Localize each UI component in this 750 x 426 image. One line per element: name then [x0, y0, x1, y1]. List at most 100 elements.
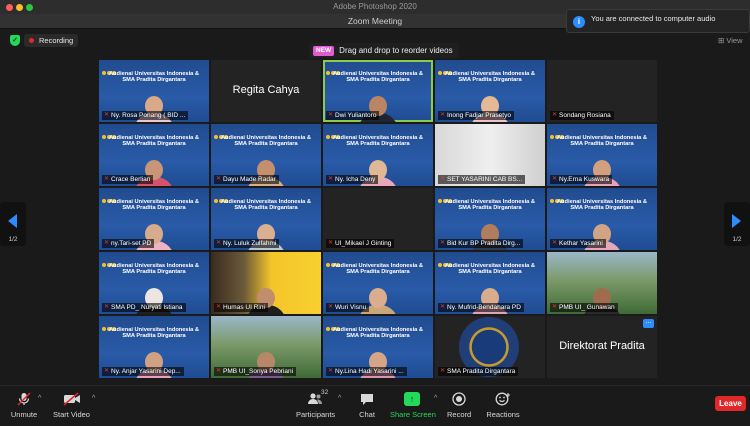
video-tile[interactable]: Audienai Universitas Indonesia & SMA Prad… [547, 188, 657, 250]
microphone-muted-icon: ✕ [104, 240, 110, 246]
reactions-button[interactable]: Reactions [486, 392, 520, 419]
banner-logos [326, 126, 430, 139]
video-tile[interactable]: Audienai Universitas Indonesia & SMA Prad… [211, 124, 321, 186]
video-tile[interactable]: Audienai Universitas Indonesia & SMA Prad… [435, 60, 545, 122]
banner-line-2: SMA Pradita Dirgantara [570, 205, 634, 212]
shield-check-icon[interactable]: ✓ [10, 35, 20, 46]
share-screen-button[interactable]: ↑ Share Screen [390, 392, 436, 419]
banner-line-2: SMA Pradita Dirgantara [122, 77, 186, 84]
microphone-muted-icon: ✕ [440, 112, 446, 118]
video-tile[interactable]: ✕ Humas UI Rini [211, 252, 321, 314]
banner-line-2: SMA Pradita Dirgantara [234, 205, 298, 212]
microphone-muted-icon: ✕ [216, 304, 222, 310]
video-options-chevron-up-icon[interactable]: ^ [92, 395, 95, 402]
virtual-background-title: Audienai Universitas Indonesia & SMA Prad… [99, 263, 209, 276]
chevron-right-icon [732, 214, 741, 228]
previous-page-button[interactable]: 1/2 [0, 202, 26, 246]
virtual-background-title: Audienai Universitas Indonesia & SMA Prad… [435, 263, 545, 276]
virtual-background-title: Audienai Universitas Indonesia & SMA Prad… [211, 135, 321, 148]
video-tile[interactable]: Audienai Universitas Indonesia & SMA Prad… [435, 188, 545, 250]
start-video-button[interactable]: Start Video [53, 392, 90, 419]
smiley-plus-icon [495, 392, 511, 406]
participant-name-label: ✕ PMB UI_ Gunawan [550, 303, 618, 312]
video-tile[interactable]: Audienai Universitas Indonesia & SMA Prad… [435, 252, 545, 314]
page-indicator-right: 1/2 [732, 236, 742, 243]
maximize-window-icon[interactable] [26, 4, 33, 11]
virtual-background-title: Audienai Universitas Indonesia & SMA Prad… [323, 135, 433, 148]
more-options-icon[interactable]: ... [643, 318, 654, 328]
microphone-muted-icon [16, 392, 32, 406]
participant-name: Dwi Yuliantoro [335, 112, 377, 119]
microphone-muted-icon: ✕ [440, 304, 446, 310]
video-tile[interactable]: Audienai Universitas Indonesia & SMA Prad… [99, 252, 209, 314]
banner-line-2: SMA Pradita Dirgantara [458, 269, 522, 276]
participant-name: UI_Mikael J Ginting [335, 240, 392, 247]
tooltip-text: Drag and drop to reorder videos [339, 46, 453, 55]
record-button[interactable]: Record [447, 392, 471, 419]
banner-logos [326, 318, 430, 331]
unmute-button[interactable]: Unmute [10, 392, 38, 419]
participant-name: SET YASARINI CAB BS... [447, 176, 523, 183]
microphone-muted-icon: ✕ [440, 176, 446, 182]
video-tile[interactable]: Audienai Universitas Indonesia & SMA Prad… [99, 124, 209, 186]
participant-name: Ny. Mufrid-Bendahara PD [447, 304, 521, 311]
audio-notification: i You are connected to computer audio [566, 9, 750, 33]
video-tile[interactable]: Direktorat Pradita... [547, 316, 657, 378]
info-icon: i [573, 16, 585, 28]
window-title: Zoom Meeting [347, 16, 403, 26]
video-tile[interactable]: ✕ UI_Mikael J Ginting [323, 188, 433, 250]
leave-button[interactable]: Leave [715, 396, 746, 411]
video-tile[interactable]: ✕ SMA Pradita Dirgantara [435, 316, 545, 378]
virtual-background-title: Audienai Universitas Indonesia & SMA Prad… [323, 71, 433, 84]
participant-head [369, 288, 387, 308]
participants-button[interactable]: Participants [296, 392, 336, 419]
close-window-icon[interactable] [6, 4, 13, 11]
video-tile[interactable]: Audienai Universitas Indonesia & SMA Prad… [323, 124, 433, 186]
participant-name: Ny.Erna Kuswara [559, 176, 610, 183]
microphone-muted-icon: ✕ [552, 176, 558, 182]
video-tile[interactable]: Regita Cahya [211, 60, 321, 122]
recording-indicator[interactable]: Recording [24, 34, 79, 47]
video-tile[interactable]: ✕ PMB UI_Sonya Pebriani [211, 316, 321, 378]
participants-label: Participants [296, 410, 336, 419]
virtual-background-title: Audienai Universitas Indonesia & SMA Prad… [323, 263, 433, 276]
microphone-muted-icon: ✕ [328, 176, 334, 182]
audio-options-chevron-up-icon[interactable]: ^ [38, 395, 41, 402]
microphone-muted-icon: ✕ [104, 368, 110, 374]
view-button[interactable]: ⊞ View [718, 36, 743, 45]
banner-line-2: SMA Pradita Dirgantara [122, 333, 186, 340]
unmute-label: Unmute [10, 410, 38, 419]
participant-name: Crace Berlian [111, 176, 151, 183]
record-icon [451, 392, 467, 406]
video-tile[interactable]: Audienai Universitas Indonesia & SMA Prad… [211, 188, 321, 250]
microphone-muted-icon: ✕ [552, 112, 558, 118]
video-tile[interactable]: ✕ Sondang Rosiana [547, 60, 657, 122]
participant-name: SMA PD_ Nuryati Istiana [111, 304, 183, 311]
video-tile[interactable]: Audienai Universitas Indonesia & SMA Prad… [323, 316, 433, 378]
next-page-button[interactable]: 1/2 [724, 202, 750, 246]
virtual-background-title: Audienai Universitas Indonesia & SMA Prad… [99, 199, 209, 212]
participant-name-label: ✕ Crace Berlian [102, 175, 154, 184]
banner-logos [102, 62, 206, 75]
participant-name-label: ✕ Ny. Luluk Zulfahmi [214, 239, 280, 248]
video-tile[interactable]: ✕ SET YASARINI CAB BS... [435, 124, 545, 186]
participant-name-label: ✕ Sondang Rosiana [550, 111, 614, 120]
video-tile[interactable]: Audienai Universitas Indonesia & SMA Prad… [547, 124, 657, 186]
participant-display-name: Direktorat Pradita [559, 340, 645, 352]
microphone-muted-icon: ✕ [104, 112, 110, 118]
video-tile[interactable]: ✕ PMB UI_ Gunawan [547, 252, 657, 314]
video-tile[interactable]: Audienai Universitas Indonesia & SMA Prad… [323, 252, 433, 314]
share-options-chevron-up-icon[interactable]: ^ [434, 395, 437, 402]
minimize-window-icon[interactable] [16, 4, 23, 11]
virtual-background-title: Audienai Universitas Indonesia & SMA Prad… [547, 199, 657, 212]
video-tile[interactable]: Audienai Universitas Indonesia & SMA Prad… [99, 188, 209, 250]
video-camera-off-icon [63, 392, 80, 406]
video-tile[interactable]: Audienai Universitas Indonesia & SMA Prad… [323, 60, 433, 122]
participants-options-chevron-up-icon[interactable]: ^ [338, 395, 341, 402]
participant-name-label: ✕ Ny. Anjar Yasarini Dep... [102, 367, 184, 376]
chat-button[interactable]: Chat [356, 392, 378, 419]
banner-logos [438, 254, 542, 267]
video-tile[interactable]: Audienai Universitas Indonesia & SMA Prad… [99, 60, 209, 122]
video-tile[interactable]: Audienai Universitas Indonesia & SMA Prad… [99, 316, 209, 378]
participant-name-label: ✕ SMA Pradita Dirgantara [438, 367, 519, 376]
